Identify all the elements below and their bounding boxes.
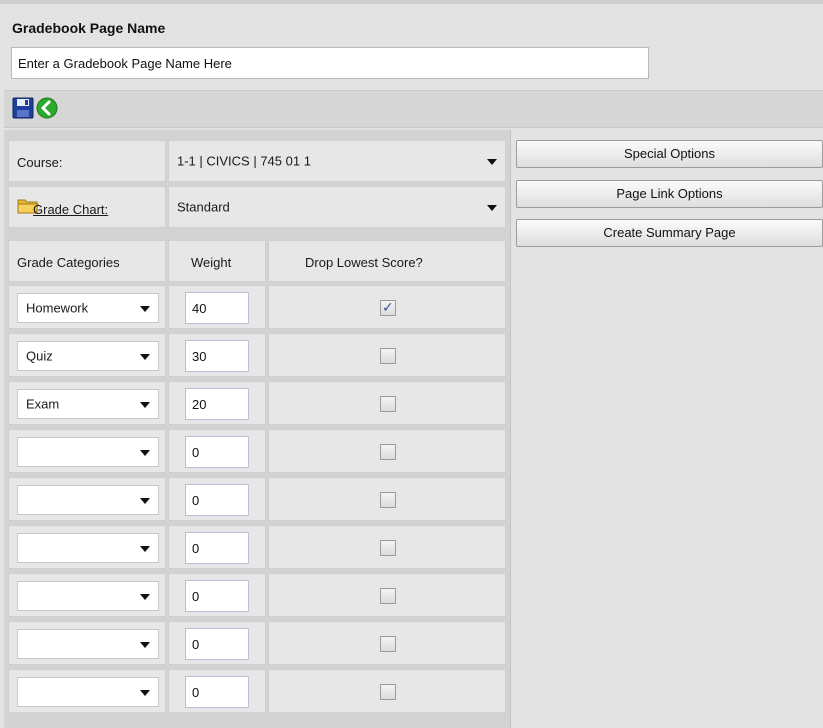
chevron-down-icon [140, 354, 150, 360]
checkmark-icon: ✓ [382, 299, 394, 315]
chevron-down-icon [140, 546, 150, 552]
category-cell: Homework [8, 285, 166, 329]
grade-chart-label-cell: Grade Chart: [8, 186, 166, 228]
grade-chart-select-cell: Standard [168, 186, 506, 228]
back-arrow-icon[interactable] [36, 97, 58, 119]
category-select-value: Exam [26, 396, 60, 412]
header-weight: Weight [191, 255, 232, 270]
page-name-label: Gradebook Page Name [12, 20, 166, 36]
course-select-value: 1-1 | CIVICS | 745 01 1 [177, 153, 311, 169]
weight-cell [168, 573, 266, 617]
course-select[interactable]: 1-1 | CIVICS | 745 01 1 [169, 141, 505, 181]
drop-lowest-cell [268, 525, 506, 569]
chevron-down-icon [140, 498, 150, 504]
drop-lowest-cell [268, 333, 506, 377]
drop-lowest-checkbox[interactable] [380, 396, 396, 412]
header-grade-categories: Grade Categories [17, 255, 120, 270]
weight-input[interactable] [185, 484, 249, 516]
settings-panel: Course: 1-1 | CIVICS | 745 01 1 Grade Ch… [4, 130, 511, 728]
weight-input[interactable] [185, 340, 249, 372]
weight-cell [168, 333, 266, 377]
drop-lowest-checkbox[interactable] [380, 588, 396, 604]
special-options-button[interactable]: Special Options [516, 140, 823, 168]
chevron-down-icon [140, 450, 150, 456]
category-select-value: Quiz [26, 348, 53, 364]
drop-lowest-cell [268, 669, 506, 713]
drop-lowest-cell [268, 381, 506, 425]
drop-lowest-cell [268, 621, 506, 665]
toolbar [4, 90, 823, 128]
weight-input[interactable] [185, 532, 249, 564]
top-border [0, 0, 823, 4]
chevron-down-icon [140, 402, 150, 408]
chevron-down-icon [487, 205, 497, 211]
category-select[interactable] [17, 629, 159, 659]
create-summary-page-button[interactable]: Create Summary Page [516, 219, 823, 247]
category-cell [8, 429, 166, 473]
category-cell [8, 573, 166, 617]
weight-cell [168, 381, 266, 425]
page-link-options-button[interactable]: Page Link Options [516, 180, 823, 208]
header-drop-lowest-score: Drop Lowest Score? [305, 255, 423, 270]
category-select[interactable]: Homework [17, 293, 159, 323]
drop-lowest-checkbox[interactable] [380, 348, 396, 364]
category-select[interactable]: Exam [17, 389, 159, 419]
category-select[interactable] [17, 437, 159, 467]
chevron-down-icon [140, 306, 150, 312]
drop-lowest-cell [268, 477, 506, 521]
grade-chart-select-value: Standard [177, 199, 230, 215]
category-select-value: Homework [26, 300, 89, 316]
page-name-input[interactable] [11, 47, 649, 79]
weight-input[interactable] [185, 436, 249, 468]
header-categories-cell: Grade Categories [8, 240, 166, 282]
save-icon[interactable] [12, 97, 34, 119]
drop-lowest-checkbox[interactable] [380, 444, 396, 460]
weight-cell [168, 429, 266, 473]
category-cell: Exam [8, 381, 166, 425]
category-cell [8, 525, 166, 569]
category-cell: Quiz [8, 333, 166, 377]
weight-input[interactable] [185, 388, 249, 420]
chevron-down-icon [140, 642, 150, 648]
drop-lowest-cell: ✓ [268, 285, 506, 329]
weight-input[interactable] [185, 628, 249, 660]
weight-input[interactable] [185, 292, 249, 324]
category-select[interactable] [17, 533, 159, 563]
weight-cell [168, 621, 266, 665]
category-select[interactable]: Quiz [17, 341, 159, 371]
chevron-down-icon [140, 690, 150, 696]
category-cell [8, 477, 166, 521]
grade-chart-select[interactable]: Standard [169, 187, 505, 227]
category-cell [8, 669, 166, 713]
weight-cell [168, 285, 266, 329]
category-cell [8, 621, 166, 665]
weight-cell [168, 477, 266, 521]
weight-cell [168, 525, 266, 569]
header-drop-lowest-cell: Drop Lowest Score? [268, 240, 506, 282]
drop-lowest-cell [268, 573, 506, 617]
chevron-down-icon [140, 594, 150, 600]
course-label: Course: [17, 155, 63, 170]
weight-input[interactable] [185, 580, 249, 612]
category-select[interactable] [17, 581, 159, 611]
drop-lowest-checkbox[interactable] [380, 492, 396, 508]
drop-lowest-cell [268, 429, 506, 473]
category-select[interactable] [17, 677, 159, 707]
drop-lowest-checkbox[interactable]: ✓ [380, 299, 396, 316]
drop-lowest-checkbox[interactable] [380, 684, 396, 700]
weight-cell [168, 669, 266, 713]
drop-lowest-checkbox[interactable] [380, 540, 396, 556]
course-label-cell: Course: [8, 140, 166, 182]
course-select-cell: 1-1 | CIVICS | 745 01 1 [168, 140, 506, 182]
weight-input[interactable] [185, 676, 249, 708]
drop-lowest-checkbox[interactable] [380, 636, 396, 652]
header-weight-cell: Weight [168, 240, 266, 282]
chevron-down-icon [487, 159, 497, 165]
category-select[interactable] [17, 485, 159, 515]
grade-chart-link[interactable]: Grade Chart: [33, 202, 108, 217]
